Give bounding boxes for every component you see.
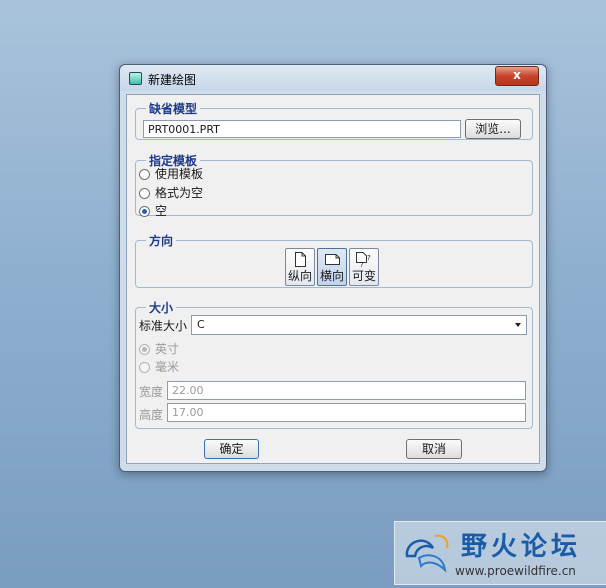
radio-button[interactable] [139, 169, 150, 180]
watermark-url: www.proewildfire.cn [455, 564, 576, 578]
browse-button[interactable]: 浏览... [465, 119, 521, 139]
radio-empty[interactable]: 空 [139, 203, 167, 219]
radio-label: 格式为空 [155, 186, 204, 200]
app-icon [129, 72, 142, 85]
radio-inch[interactable]: 英寸 [139, 341, 179, 357]
portrait-page-icon [295, 252, 306, 267]
portrait-button[interactable]: 纵向 [285, 248, 315, 286]
radio-label: 使用模板 [155, 167, 204, 181]
butterfly-logo-icon [405, 534, 449, 573]
cancel-button[interactable]: 取消 [406, 439, 462, 459]
new-drawing-dialog: 新建绘图 x 缺省模型 PRT0001.PRT 浏览... 指定模板 使用模板 … [119, 64, 547, 472]
height-label: 高度 [139, 408, 164, 422]
variable-label: 可变 [351, 269, 376, 283]
variable-page-icon: ? ? [356, 252, 371, 267]
standard-size-select[interactable]: C [191, 315, 527, 335]
variable-button[interactable]: ? ? 可变 [349, 248, 379, 286]
default-model-legend: 缺省模型 [149, 102, 198, 116]
standard-size-label: 标准大小 [139, 319, 188, 333]
radio-button[interactable] [139, 362, 150, 373]
height-input[interactable]: 17.00 [167, 403, 526, 422]
radio-label: 空 [155, 204, 168, 218]
watermark-title: 野火论坛 [461, 532, 582, 562]
landscape-button[interactable]: 横向 [317, 248, 347, 286]
standard-size-value: C [197, 318, 205, 331]
forum-watermark: 野火论坛 www.proewildfire.cn [394, 521, 606, 585]
radio-button[interactable] [139, 188, 150, 199]
close-button[interactable]: x [495, 66, 539, 86]
radio-use-template[interactable]: 使用模板 [139, 166, 203, 182]
width-input[interactable]: 22.00 [167, 381, 526, 400]
dialog-title: 新建绘图 [148, 73, 197, 87]
landscape-label: 横向 [319, 269, 344, 283]
width-label: 宽度 [139, 385, 164, 399]
title-bar[interactable]: 新建绘图 x [120, 65, 546, 91]
landscape-page-icon [325, 254, 340, 265]
radio-button-selected[interactable] [139, 344, 150, 355]
radio-mm[interactable]: 毫米 [139, 359, 179, 375]
orientation-legend: 方向 [149, 234, 174, 248]
size-legend: 大小 [149, 301, 174, 315]
template-group: 指定模板 [135, 152, 533, 216]
radio-label: 毫米 [155, 360, 180, 374]
dialog-body: 缺省模型 PRT0001.PRT 浏览... 指定模板 使用模板 格式为空 空 … [126, 94, 540, 464]
radio-empty-with-format[interactable]: 格式为空 [139, 185, 203, 201]
chevron-down-icon[interactable] [515, 323, 521, 327]
svg-text:?: ? [367, 254, 371, 262]
portrait-label: 纵向 [287, 269, 312, 283]
default-model-input[interactable]: PRT0001.PRT [143, 120, 461, 138]
radio-button-selected[interactable] [139, 206, 150, 217]
ok-button[interactable]: 确定 [204, 439, 259, 459]
radio-label: 英寸 [155, 342, 180, 356]
